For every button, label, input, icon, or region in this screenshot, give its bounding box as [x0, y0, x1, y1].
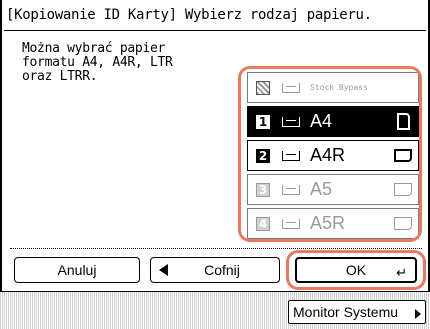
title-divider [4, 30, 426, 31]
landscape-paper-icon [394, 149, 412, 162]
paper-item-label: Stock Bypass [310, 82, 368, 92]
page-title: [Kopiowanie ID Karty] Wybierz rodzaj pap… [6, 7, 372, 23]
system-monitor-label: Monitor Systemu [293, 304, 399, 320]
screen-edge-left [0, 0, 2, 329]
paper-item-label: A5 [310, 179, 333, 199]
back-button[interactable]: Cofnij [150, 257, 280, 283]
cancel-button[interactable]: Anuluj [14, 257, 140, 283]
drawer-4-icon: 4 [256, 216, 270, 231]
message-line: oraz LTRR. [22, 69, 98, 84]
drawer-1-icon: 1 [256, 114, 270, 129]
ok-button-label: OK [345, 262, 367, 278]
stock-bypass-icon [256, 80, 270, 95]
paper-item-drawer-2[interactable]: 2 A4R [247, 140, 419, 171]
tray-icon [282, 184, 300, 195]
cancel-button-label: Anuluj [57, 262, 97, 278]
paper-item-drawer-4[interactable]: 4 A5R [247, 208, 419, 239]
copier-screen: [Kopiowanie ID Karty] Wybierz rodzaj pap… [0, 0, 430, 329]
status-band-divider [0, 291, 430, 292]
paper-source-list: Stock Bypass 1 A4 2 A4R 3 A5 4 A5R [247, 72, 422, 242]
back-button-label: Cofnij [204, 262, 240, 278]
paper-item-label: A5R [310, 213, 346, 233]
tray-icon [282, 82, 300, 93]
tray-icon [282, 150, 300, 161]
enter-icon: ↵ [396, 265, 407, 280]
message-line: Można wybrać papier [22, 41, 166, 56]
paper-item-stock-bypass[interactable]: Stock Bypass [247, 72, 419, 103]
tray-icon [282, 218, 300, 229]
ok-button[interactable]: OK ↵ [295, 257, 417, 283]
drawer-2-icon: 2 [256, 148, 270, 163]
instruction-message: Można wybrać papier formatu A4, A4R, LTR… [22, 42, 222, 84]
paper-item-label: A4 [310, 111, 333, 131]
paper-item-drawer-1[interactable]: 1 A4 [247, 106, 419, 137]
paper-item-label: A4R [310, 145, 346, 165]
tray-icon [282, 116, 300, 127]
message-line: formatu A4, A4R, LTR [22, 55, 173, 70]
paper-item-drawer-3[interactable]: 3 A5 [247, 174, 419, 205]
drawer-3-icon: 3 [256, 182, 270, 197]
landscape-paper-icon [394, 183, 412, 196]
arrow-left-icon [159, 264, 168, 276]
portrait-paper-icon [396, 113, 410, 130]
arrow-right-icon [415, 309, 421, 319]
landscape-paper-icon [394, 217, 412, 230]
dotted-divider [10, 248, 422, 249]
system-monitor-button[interactable]: Monitor Systemu [288, 300, 426, 324]
